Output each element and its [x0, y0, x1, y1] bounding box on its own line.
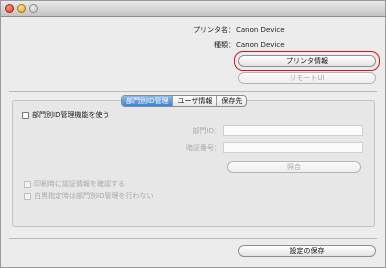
pin-label: 暗証番号： — [186, 144, 221, 152]
dept-id-field[interactable] — [223, 125, 363, 136]
printer-name-label: プリンタ名： — [193, 26, 235, 34]
no-id-for-bw-label: 白黒指定時は部門別ID管理を行わない — [34, 192, 154, 200]
remote-ui-button[interactable]: リモートUI — [238, 72, 376, 84]
verify-button[interactable]: 照合 — [227, 161, 361, 173]
enable-dept-id-checkbox[interactable] — [22, 112, 29, 119]
tab-user-info[interactable]: ユーザ情報 — [173, 96, 218, 106]
printer-name-value: Canon Device — [236, 26, 285, 34]
printer-type-value: Canon Device — [236, 41, 285, 49]
enable-dept-id-label: 部門別ID管理機能を使う — [32, 111, 110, 119]
confirm-on-print-checkbox[interactable] — [24, 181, 31, 188]
dept-id-label: 部門ID： — [192, 127, 221, 135]
tab-save-destination[interactable]: 保存先 — [217, 96, 246, 106]
close-window-button[interactable] — [5, 4, 14, 13]
save-settings-button[interactable]: 設定の保存 — [238, 245, 376, 257]
pin-field[interactable] — [223, 142, 363, 153]
confirm-on-print-label: 印刷時に認証情報を確認する — [34, 180, 125, 188]
settings-tabs: 部門別ID管理 ユーザ情報 保存先 — [121, 95, 248, 107]
tab-department-id[interactable]: 部門別ID管理 — [122, 96, 174, 106]
printer-settings-window: プリンタ名： Canon Device 種類： Canon Device プリン… — [0, 0, 386, 268]
zoom-window-button[interactable] — [29, 4, 38, 13]
printer-info-button[interactable]: プリンタ情報 — [238, 55, 376, 67]
minimize-window-button[interactable] — [17, 4, 26, 13]
printer-type-label: 種類： — [214, 41, 235, 49]
title-bar — [1, 1, 385, 17]
no-id-for-bw-checkbox[interactable] — [24, 193, 31, 200]
bottom-divider — [9, 238, 377, 239]
top-divider — [9, 91, 377, 92]
